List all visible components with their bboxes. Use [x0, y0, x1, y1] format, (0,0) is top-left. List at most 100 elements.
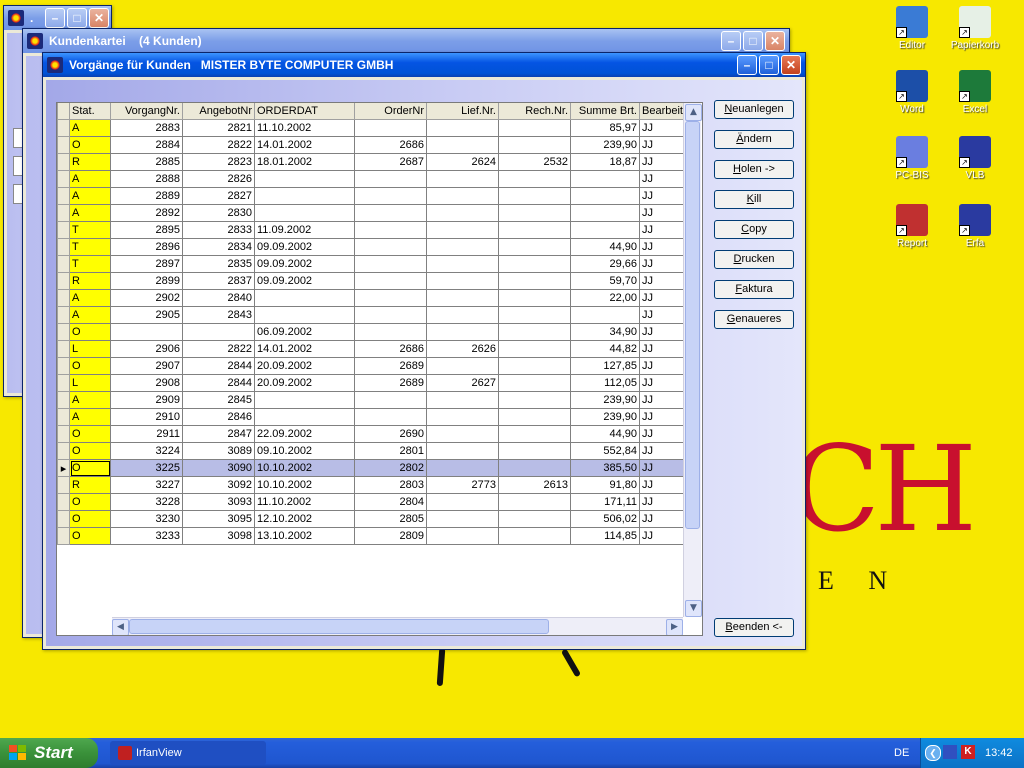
table-cell-summebrt[interactable] — [570, 187, 640, 205]
table-cell-stat[interactable]: O — [69, 357, 111, 375]
table-cell-bearbeit[interactable]: JJ — [639, 510, 686, 528]
table-cell-vorgangnr[interactable]: 2902 — [110, 289, 183, 307]
table-cell-orderdat[interactable]: 20.09.2002 — [254, 374, 355, 392]
table-cell-rechnr[interactable] — [498, 493, 571, 511]
row-indicator[interactable] — [57, 391, 70, 409]
table-cell-stat[interactable]: O — [69, 459, 111, 477]
table-cell-ordernr[interactable]: 2802 — [354, 459, 427, 477]
drucken-button[interactable]: Drucken — [714, 250, 794, 269]
table-cell-stat[interactable]: A — [69, 204, 111, 222]
table-cell-rechnr[interactable] — [498, 170, 571, 188]
row-indicator[interactable] — [57, 425, 70, 443]
table-cell-liefnr[interactable] — [426, 510, 499, 528]
table-cell-vorgangnr[interactable]: 2889 — [110, 187, 183, 205]
table-cell-rechnr[interactable] — [498, 527, 571, 545]
table-row[interactable]: R 2885 2823 18.01.2002 2687 2624 2532 18,87 JJ — [57, 153, 686, 171]
table-cell-vorgangnr[interactable]: 2896 — [110, 238, 183, 256]
table-cell-rechnr[interactable] — [498, 221, 571, 239]
table-cell-vorgangnr[interactable]: 3230 — [110, 510, 183, 528]
table-cell-vorgangnr[interactable] — [110, 323, 183, 341]
language-indicator[interactable]: DE — [894, 738, 909, 768]
table-cell-rechnr[interactable] — [498, 119, 571, 137]
horizontal-scroll-thumb[interactable] — [129, 619, 549, 634]
table-cell-bearbeit[interactable]: JJ — [639, 442, 686, 460]
table-cell-rechnr[interactable] — [498, 323, 571, 341]
table-cell-stat[interactable]: R — [69, 272, 111, 290]
table-cell-angebotnr[interactable] — [182, 323, 255, 341]
table-cell-rechnr[interactable] — [498, 374, 571, 392]
table-cell-angebotnr[interactable]: 2830 — [182, 204, 255, 222]
table-cell-ordernr[interactable]: 2805 — [354, 510, 427, 528]
table-cell-angebotnr[interactable]: 2844 — [182, 357, 255, 375]
row-indicator[interactable] — [57, 442, 70, 460]
table-cell-stat[interactable]: T — [69, 238, 111, 256]
row-indicator[interactable] — [57, 272, 70, 290]
table-cell-stat[interactable]: A — [69, 408, 111, 426]
table-cell-orderdat[interactable]: 11.09.2002 — [254, 221, 355, 239]
table-cell-rechnr[interactable] — [498, 510, 571, 528]
table-cell-angebotnr[interactable]: 3092 — [182, 476, 255, 494]
table-cell-orderdat[interactable]: 13.10.2002 — [254, 527, 355, 545]
table-cell-summebrt[interactable]: 114,85 — [570, 527, 640, 545]
row-indicator[interactable] — [57, 119, 70, 137]
table-cell-orderdat[interactable]: 20.09.2002 — [254, 357, 355, 375]
column-header[interactable]: Bearbeit — [639, 103, 686, 120]
table-cell-rechnr[interactable] — [498, 255, 571, 273]
table-cell-vorgangnr[interactable]: 2910 — [110, 408, 183, 426]
table-cell-bearbeit[interactable]: JJ — [639, 187, 686, 205]
table-cell-orderdat[interactable] — [254, 170, 355, 188]
horizontal-scrollbar[interactable]: ◀ ▶ — [112, 617, 683, 635]
table-cell-stat[interactable]: T — [69, 255, 111, 273]
column-header[interactable]: AngebotNr — [182, 103, 255, 120]
column-header[interactable]: VorgangNr. — [110, 103, 183, 120]
table-cell-angebotnr[interactable]: 2843 — [182, 306, 255, 324]
table-cell-ordernr[interactable] — [354, 323, 427, 341]
table-cell-bearbeit[interactable]: JJ — [639, 425, 686, 443]
table-cell-vorgangnr[interactable]: 2897 — [110, 255, 183, 273]
row-indicator[interactable] — [57, 204, 70, 222]
table-row[interactable]: A 2909 2845 239,90 JJ — [57, 391, 686, 409]
scroll-left-icon[interactable]: ◀ — [112, 619, 129, 635]
column-header[interactable]: Lief.Nr. — [426, 103, 499, 120]
table-row[interactable]: A 2905 2843 JJ — [57, 306, 686, 324]
table-cell-ordernr[interactable]: 2690 — [354, 425, 427, 443]
table-cell-bearbeit[interactable]: JJ — [639, 323, 686, 341]
row-indicator[interactable] — [57, 476, 70, 494]
table-cell-stat[interactable]: R — [69, 476, 111, 494]
table-cell-liefnr[interactable] — [426, 289, 499, 307]
table-cell-summebrt[interactable]: 44,82 — [570, 340, 640, 358]
table-cell-orderdat[interactable]: 09.09.2002 — [254, 238, 355, 256]
table-cell-orderdat[interactable]: 06.09.2002 — [254, 323, 355, 341]
table-cell-angebotnr[interactable]: 2823 — [182, 153, 255, 171]
table-cell-liefnr[interactable] — [426, 119, 499, 137]
table-cell-angebotnr[interactable]: 2846 — [182, 408, 255, 426]
table-cell-vorgangnr[interactable]: 2892 — [110, 204, 183, 222]
table-row[interactable]: O 3224 3089 09.10.2002 2801 552,84 JJ — [57, 442, 686, 460]
table-cell-summebrt[interactable]: 385,50 — [570, 459, 640, 477]
table-cell-vorgangnr[interactable]: 2899 — [110, 272, 183, 290]
table-cell-ordernr[interactable] — [354, 255, 427, 273]
table-row[interactable]: O 3228 3093 11.10.2002 2804 171,11 JJ — [57, 493, 686, 511]
table-cell-ordernr[interactable]: 2803 — [354, 476, 427, 494]
table-cell-stat[interactable]: O — [69, 425, 111, 443]
table-cell-rechnr[interactable] — [498, 425, 571, 443]
table-row[interactable]: O 3233 3098 13.10.2002 2809 114,85 JJ — [57, 527, 686, 545]
table-cell-ordernr[interactable] — [354, 272, 427, 290]
table-cell-angebotnr[interactable]: 3095 — [182, 510, 255, 528]
scroll-right-icon[interactable]: ▶ — [666, 619, 683, 635]
table-cell-stat[interactable]: A — [69, 119, 111, 137]
table-cell-liefnr[interactable]: 2624 — [426, 153, 499, 171]
table-cell-angebotnr[interactable]: 2847 — [182, 425, 255, 443]
table-cell-summebrt[interactable]: 29,66 — [570, 255, 640, 273]
table-cell-liefnr[interactable]: 2626 — [426, 340, 499, 358]
table-cell-orderdat[interactable]: 14.01.2002 — [254, 136, 355, 154]
table-cell-stat[interactable]: R — [69, 153, 111, 171]
table-cell-angebotnr[interactable]: 2833 — [182, 221, 255, 239]
table-cell-rechnr[interactable] — [498, 136, 571, 154]
table-cell-angebotnr[interactable]: 2835 — [182, 255, 255, 273]
table-cell-bearbeit[interactable]: JJ — [639, 476, 686, 494]
table-cell-angebotnr[interactable]: 3093 — [182, 493, 255, 511]
table-cell-stat[interactable]: A — [69, 391, 111, 409]
table-cell-liefnr[interactable] — [426, 238, 499, 256]
table-cell-summebrt[interactable]: 44,90 — [570, 425, 640, 443]
